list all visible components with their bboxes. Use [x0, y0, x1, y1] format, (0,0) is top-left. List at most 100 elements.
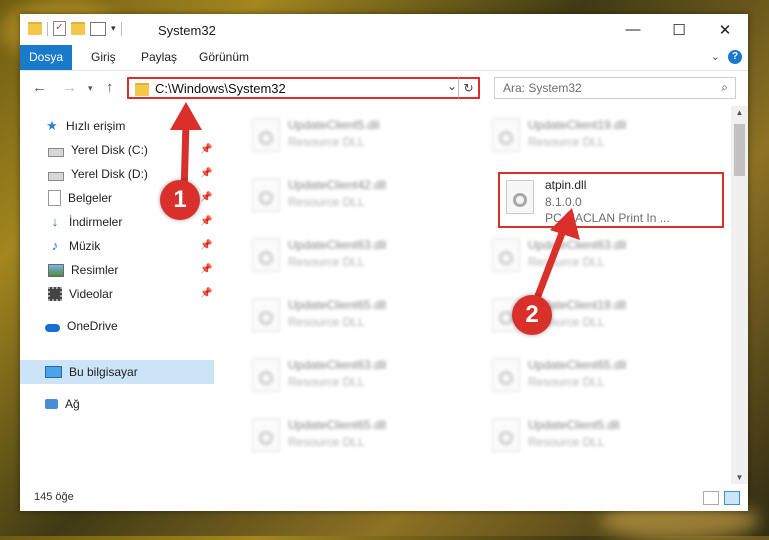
dll-file-icon — [492, 118, 520, 152]
file-tile[interactable]: UpdateClient63.dll Resource DLL — [242, 348, 472, 400]
star-icon: ★ — [46, 118, 58, 133]
search-input[interactable]: Ara: System32 ⌕ — [494, 77, 736, 99]
tab-home[interactable]: Giriş — [82, 45, 125, 70]
chevron-down-icon[interactable]: ⌄ — [447, 79, 457, 93]
maximize-button[interactable]: ☐ — [656, 14, 702, 45]
sidebar-item-label: Belgeler — [68, 191, 113, 205]
scroll-up-icon[interactable]: ▲ — [731, 108, 748, 117]
file-description: Resource DLL — [288, 375, 365, 389]
file-description: Resource DLL — [528, 135, 605, 149]
sidebar-item-label: OneDrive — [67, 319, 118, 333]
sidebar-item-pictures[interactable]: Resimler — [48, 258, 242, 282]
vertical-scrollbar[interactable]: ▲ ▼ — [731, 106, 748, 484]
dll-file-icon — [252, 178, 280, 212]
dll-file-icon — [252, 358, 280, 392]
sidebar-item-label: Yerel Disk (C:) — [71, 143, 148, 157]
file-tile[interactable]: UpdateClient65.dll Resource DLL — [242, 408, 472, 460]
tab-file[interactable]: Dosya — [20, 45, 73, 70]
item-count: 145 öğe — [34, 491, 74, 503]
scroll-down-icon[interactable]: ▼ — [731, 473, 748, 482]
download-icon: ↓ — [51, 214, 59, 229]
explorer-window: ✓ ▾ System32 — ☐ ✕ Dosya Giriş Paylaş Gö… — [20, 14, 748, 511]
quick-access-toolbar: ✓ ▾ — [28, 21, 122, 36]
dll-file-icon — [492, 358, 520, 392]
file-list: UpdateClient5.dll Resource DLL UpdateCli… — [232, 106, 728, 484]
sidebar-item-label: Videolar — [69, 287, 113, 301]
tiles-view-icon[interactable] — [724, 491, 740, 505]
minimize-button[interactable]: — — [610, 14, 656, 45]
pin-icon[interactable]: 📌 — [200, 216, 212, 227]
file-name: UpdateClient5.dll — [528, 418, 620, 432]
search-icon: ⌕ — [721, 80, 728, 94]
sidebar-item-label: Bu bilgisayar — [69, 365, 138, 379]
sidebar-item-this-pc[interactable]: Bu bilgisayar — [20, 360, 214, 384]
address-bar[interactable]: C:\Windows\System32 ⌄ — [127, 77, 479, 99]
documents-icon — [48, 190, 61, 206]
details-view-icon[interactable] — [703, 491, 719, 505]
up-arrow-icon[interactable]: ↑ — [106, 79, 114, 96]
file-tile[interactable]: UpdateClient65.dll Resource DLL — [482, 348, 712, 400]
file-description: Resource DLL — [528, 375, 605, 389]
folder-icon — [28, 22, 42, 35]
dll-file-icon — [252, 118, 280, 152]
callout-badge-2: 2 — [512, 295, 552, 335]
help-icon[interactable]: ? — [728, 50, 742, 64]
sidebar-item-label: Ağ — [65, 397, 80, 411]
sidebar-item-videos[interactable]: Videolar — [48, 282, 242, 306]
file-tile[interactable]: UpdateClient5.dll Resource DLL — [242, 108, 472, 160]
refresh-button[interactable]: ↻ — [458, 77, 480, 99]
pin-icon[interactable]: 📌 — [200, 264, 212, 275]
sidebar-item-label: Müzik — [69, 239, 101, 253]
refresh-icon: ↻ — [463, 81, 474, 95]
pin-icon[interactable]: 📌 — [200, 240, 212, 251]
recent-locations-chevron-icon[interactable]: ▾ — [88, 83, 93, 94]
properties-check-icon[interactable]: ✓ — [53, 21, 66, 36]
file-tile[interactable]: UpdateClient19.dll Resource DLL — [482, 108, 712, 160]
dll-file-icon — [252, 298, 280, 332]
divider — [47, 21, 48, 36]
properties-icon[interactable] — [90, 21, 106, 36]
callout-badge-1: 1 — [160, 180, 200, 220]
file-tile[interactable]: UpdateClient63.dll Resource DLL — [482, 228, 712, 280]
file-tile[interactable]: UpdateClient5.dll Resource DLL — [482, 408, 712, 460]
pin-icon[interactable]: 📌 — [200, 288, 212, 299]
file-description: Resource DLL — [288, 435, 365, 449]
close-button[interactable]: ✕ — [702, 14, 748, 45]
sidebar-item-music[interactable]: ♪ Müzik — [48, 234, 242, 258]
tab-share[interactable]: Paylaş — [132, 45, 186, 70]
dll-file-icon — [492, 238, 520, 272]
disk-icon — [48, 148, 64, 157]
forward-arrow-icon[interactable]: → — [62, 79, 77, 96]
status-bar: 145 öğe — [20, 486, 748, 511]
back-arrow-icon[interactable]: ← — [32, 79, 47, 96]
chevron-down-icon[interactable]: ▾ — [111, 23, 116, 34]
dll-file-icon — [252, 238, 280, 272]
file-name: UpdateClient63.dll — [288, 238, 387, 252]
file-tile[interactable]: UpdateClient65.dll Resource DLL — [242, 288, 472, 340]
file-name: UpdateClient42.dll — [288, 178, 387, 192]
file-tile[interactable]: UpdateClient42.dll Resource DLL — [242, 168, 472, 220]
tab-view[interactable]: Görünüm — [190, 45, 258, 70]
file-tile[interactable]: UpdateClient63.dll Resource DLL — [242, 228, 472, 280]
music-icon: ♪ — [51, 238, 59, 253]
sidebar-item-downloads[interactable]: ↓ İndirmeler — [48, 210, 242, 234]
ribbon-expand-icon[interactable]: ⌄ — [711, 50, 720, 63]
file-name: atpin.dll — [545, 178, 587, 192]
sidebar-item-label: İndirmeler — [69, 215, 123, 229]
folder-icon — [135, 83, 149, 96]
scroll-thumb[interactable] — [734, 124, 745, 176]
pc-icon — [45, 366, 62, 378]
address-path[interactable]: C:\Windows\System32 — [155, 81, 286, 96]
file-name: UpdateClient5.dll — [288, 118, 380, 132]
file-description: Resource DLL — [528, 435, 605, 449]
file-name: UpdateClient63.dll — [288, 358, 387, 372]
file-name: UpdateClient65.dll — [288, 298, 387, 312]
onedrive-icon — [45, 323, 60, 332]
sidebar-item-onedrive[interactable]: OneDrive — [45, 314, 239, 338]
disk-icon — [48, 172, 64, 181]
sidebar-item-network[interactable]: Ağ — [45, 392, 239, 416]
divider — [120, 21, 122, 36]
dll-file-icon — [252, 418, 280, 452]
file-name: UpdateClient65.dll — [288, 418, 387, 432]
new-folder-icon[interactable] — [71, 22, 85, 35]
